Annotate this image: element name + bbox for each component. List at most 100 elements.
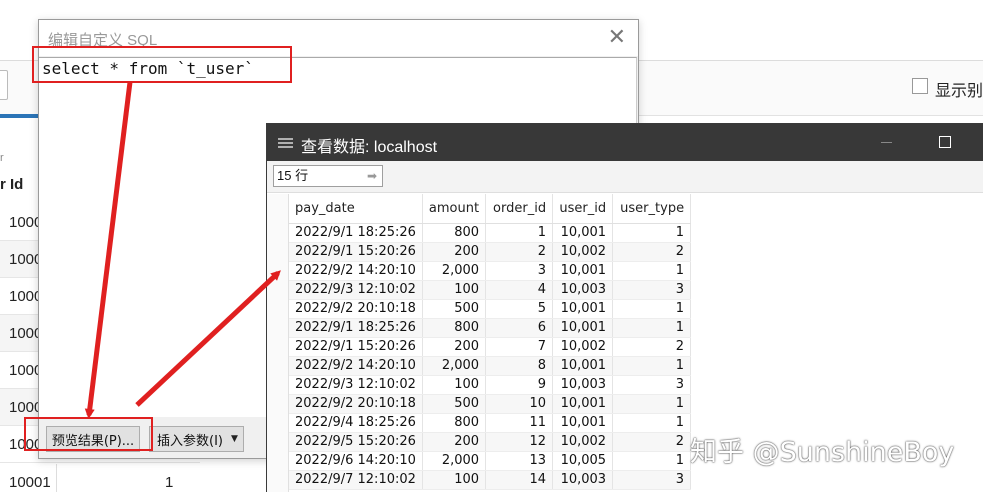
- cell-user-type[interactable]: 2: [612, 337, 692, 357]
- cell-user-id[interactable]: 10,002: [552, 432, 614, 452]
- column-header-amount[interactable]: amount: [422, 194, 487, 224]
- cell-user-type[interactable]: 1: [612, 318, 692, 338]
- cell-order-id[interactable]: 7: [485, 337, 554, 357]
- show-alias-checkbox[interactable]: [912, 78, 928, 94]
- cell-user-type[interactable]: 1: [612, 451, 692, 471]
- table-row[interactable]: 2022/9/2 14:20:10 2,000 3 10,001 1: [289, 261, 692, 281]
- minimize-icon[interactable]: [881, 142, 892, 143]
- cell-user-type[interactable]: 3: [612, 280, 692, 300]
- divider: [56, 464, 57, 492]
- cell-order-id[interactable]: 13: [485, 451, 554, 471]
- cell-amount[interactable]: 200: [422, 432, 487, 452]
- cell-amount[interactable]: 2,000: [422, 261, 487, 281]
- table-row[interactable]: 2022/9/1 15:20:26 200 2 10,002 2: [289, 242, 692, 262]
- table-row[interactable]: 2022/9/3 12:10:02 100 4 10,003 3: [289, 280, 692, 300]
- cell-user-type[interactable]: 1: [612, 299, 692, 319]
- cell-order-id[interactable]: 3: [485, 261, 554, 281]
- insert-parameter-button[interactable]: 插入参数(I) ▼: [149, 426, 244, 452]
- table-row[interactable]: 2022/9/6 14:20:10 2,000 13 10,005 1: [289, 451, 692, 471]
- cell-user-id[interactable]: 10,002: [552, 242, 614, 262]
- cell-pay-date[interactable]: 2022/9/2 20:10:18: [289, 394, 423, 414]
- cell-user-type[interactable]: 3: [612, 470, 692, 490]
- table-row[interactable]: 2022/9/2 20:10:18 500 10 10,001 1: [289, 394, 692, 414]
- cell-user-id[interactable]: 10,003: [552, 470, 614, 490]
- cell-pay-date[interactable]: 2022/9/3 12:10:02: [289, 375, 423, 395]
- cell-order-id[interactable]: 14: [485, 470, 554, 490]
- cell-user-type[interactable]: 1: [612, 356, 692, 376]
- cell-user-id[interactable]: 10,001: [552, 261, 614, 281]
- cell-amount[interactable]: 800: [422, 223, 487, 243]
- cell-amount[interactable]: 200: [422, 242, 487, 262]
- table-row[interactable]: 2022/9/4 18:25:26 800 11 10,001 1: [289, 413, 692, 433]
- cell-amount[interactable]: 100: [422, 280, 487, 300]
- cell-amount[interactable]: 100: [422, 470, 487, 490]
- cell-user-id[interactable]: 10,003: [552, 375, 614, 395]
- background-input[interactable]: [0, 70, 8, 100]
- background-row: 10001 1: [0, 464, 200, 492]
- cell-order-id[interactable]: 2: [485, 242, 554, 262]
- cell-pay-date[interactable]: 2022/9/2 14:20:10: [289, 356, 423, 376]
- cell-amount[interactable]: 500: [422, 299, 487, 319]
- cell-user-type[interactable]: 2: [612, 242, 692, 262]
- cell-pay-date[interactable]: 2022/9/6 14:20:10: [289, 451, 423, 471]
- cell-pay-date[interactable]: 2022/9/1 15:20:26: [289, 242, 423, 262]
- table-row[interactable]: 2022/9/7 12:10:02 100 14 10,003 3: [289, 470, 692, 490]
- column-header-user-id[interactable]: user_id: [552, 194, 614, 224]
- cell-amount[interactable]: 200: [422, 337, 487, 357]
- cell-order-id[interactable]: 9: [485, 375, 554, 395]
- cell-amount[interactable]: 500: [422, 394, 487, 414]
- arrow-right-icon[interactable]: ➡: [367, 166, 377, 186]
- table-row[interactable]: 2022/9/2 20:10:18 500 5 10,001 1: [289, 299, 692, 319]
- cell-order-id[interactable]: 1: [485, 223, 554, 243]
- cell-amount[interactable]: 100: [422, 375, 487, 395]
- column-header-user-type[interactable]: user_type: [612, 194, 692, 224]
- cell-user-id[interactable]: 10,003: [552, 280, 614, 300]
- cell-amount[interactable]: 2,000: [422, 356, 487, 376]
- cell-user-id[interactable]: 10,001: [552, 223, 614, 243]
- cell-order-id[interactable]: 11: [485, 413, 554, 433]
- cell-pay-date[interactable]: 2022/9/7 12:10:02: [289, 470, 423, 490]
- table-row[interactable]: 2022/9/2 14:20:10 2,000 8 10,001 1: [289, 356, 692, 376]
- maximize-icon[interactable]: [939, 136, 951, 148]
- cell-user-id[interactable]: 10,005: [552, 451, 614, 471]
- cell-pay-date[interactable]: 2022/9/5 15:20:26: [289, 432, 423, 452]
- cell-user-id[interactable]: 10,001: [552, 318, 614, 338]
- column-header-pay-date[interactable]: pay_date: [289, 194, 423, 224]
- cell-user-id[interactable]: 10,001: [552, 413, 614, 433]
- cell-order-id[interactable]: 8: [485, 356, 554, 376]
- close-icon[interactable]: ✕: [608, 26, 626, 48]
- cell-pay-date[interactable]: 2022/9/3 12:10:02: [289, 280, 423, 300]
- cell-order-id[interactable]: 6: [485, 318, 554, 338]
- cell-user-type[interactable]: 2: [612, 432, 692, 452]
- cell-pay-date[interactable]: 2022/9/2 20:10:18: [289, 299, 423, 319]
- cell-user-id[interactable]: 10,001: [552, 394, 614, 414]
- cell-user-id[interactable]: 10,002: [552, 337, 614, 357]
- cell-amount[interactable]: 800: [422, 413, 487, 433]
- row-count-field[interactable]: 15 行 ➡: [273, 165, 383, 187]
- cell-pay-date[interactable]: 2022/9/1 18:25:26: [289, 223, 423, 243]
- table-row[interactable]: 2022/9/1 18:25:26 800 1 10,001 1: [289, 223, 692, 243]
- table-row[interactable]: 2022/9/1 18:25:26 800 6 10,001 1: [289, 318, 692, 338]
- cell-user-type[interactable]: 1: [612, 261, 692, 281]
- cell-user-id[interactable]: 10,001: [552, 356, 614, 376]
- cell-pay-date[interactable]: 2022/9/1 15:20:26: [289, 337, 423, 357]
- cell-order-id[interactable]: 5: [485, 299, 554, 319]
- cell-order-id[interactable]: 10: [485, 394, 554, 414]
- table-row[interactable]: 2022/9/3 12:10:02 100 9 10,003 3: [289, 375, 692, 395]
- cell-amount[interactable]: 800: [422, 318, 487, 338]
- cell-user-type[interactable]: 1: [612, 223, 692, 243]
- cell-order-id[interactable]: 4: [485, 280, 554, 300]
- cell-pay-date[interactable]: 2022/9/1 18:25:26: [289, 318, 423, 338]
- cell-user-type[interactable]: 1: [612, 413, 692, 433]
- cell-pay-date[interactable]: 2022/9/2 14:20:10: [289, 261, 423, 281]
- cell-user-type[interactable]: 3: [612, 375, 692, 395]
- cell-pay-date[interactable]: 2022/9/4 18:25:26: [289, 413, 423, 433]
- table-row[interactable]: 2022/9/1 15:20:26 200 7 10,002 2: [289, 337, 692, 357]
- cell-user-type[interactable]: 1: [612, 394, 692, 414]
- cell-order-id[interactable]: 12: [485, 432, 554, 452]
- table-row[interactable]: 2022/9/5 15:20:26 200 12 10,002 2: [289, 432, 692, 452]
- cell-amount[interactable]: 2,000: [422, 451, 487, 471]
- cell-user-id[interactable]: 10,001: [552, 299, 614, 319]
- chevron-down-icon[interactable]: ▼: [231, 434, 238, 444]
- column-header-order-id[interactable]: order_id: [485, 194, 554, 224]
